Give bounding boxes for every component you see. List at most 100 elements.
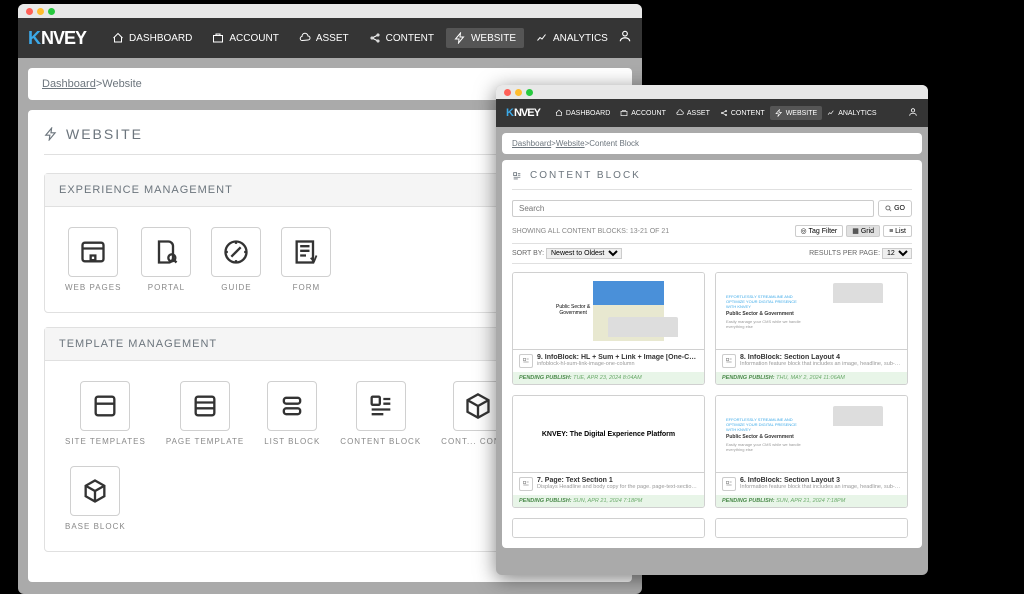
block-type-icon: [722, 354, 736, 368]
breadcrumb-root[interactable]: Dashboard: [42, 78, 96, 90]
user-menu[interactable]: [908, 104, 918, 122]
content-block-icon: [367, 392, 395, 420]
close-icon[interactable]: [504, 89, 511, 96]
breadcrumb: Dashboard > Website > Content Block: [502, 133, 922, 154]
tile-page-template[interactable]: PAGE TEMPLATE: [166, 381, 244, 446]
block-title: 9. InfoBlock: HL + Sum + Link + Image [O…: [537, 354, 698, 361]
navbar: KNVEY DASHBOARD ACCOUNT ASSET CONTENT WE…: [496, 99, 928, 127]
breadcrumb-current: Website: [102, 78, 142, 90]
user-icon: [908, 107, 918, 117]
nav-website[interactable]: WEBSITE: [770, 106, 823, 120]
nav-account[interactable]: ACCOUNT: [615, 106, 671, 120]
nav-content[interactable]: CONTENT: [715, 106, 770, 120]
search-input[interactable]: [512, 200, 874, 217]
block-type-icon: [722, 477, 736, 491]
tile-guide[interactable]: GUIDE: [211, 227, 261, 292]
block-desc: Information feature block that includes …: [740, 361, 901, 367]
block-title: 8. InfoBlock: Section Layout 4: [740, 354, 901, 361]
cloud-icon: [299, 32, 311, 44]
per-page-select[interactable]: 12: [882, 248, 912, 259]
nav-account[interactable]: ACCOUNT: [204, 28, 286, 48]
compass-icon: [222, 238, 250, 266]
content-block-card[interactable]: KNVEY: The Digital Experience Platform 7…: [512, 395, 705, 508]
form-icon: [292, 238, 320, 266]
content-block-icon: [512, 171, 522, 181]
grid-view-button[interactable]: ▦ Grid: [846, 225, 880, 237]
nav-content[interactable]: CONTENT: [361, 28, 442, 48]
page-title: CONTENT BLOCK: [512, 170, 912, 190]
webpage-icon: [79, 238, 107, 266]
minimize-icon[interactable]: [515, 89, 522, 96]
tile-form[interactable]: FORM: [281, 227, 331, 292]
breadcrumb-root[interactable]: Dashboard: [512, 139, 551, 148]
tile-base-block[interactable]: BASE BLOCK: [65, 466, 126, 531]
sort-select[interactable]: Newest to Oldest: [546, 248, 622, 259]
content-block-card[interactable]: EFFORTLESSLY STREAMLINE AND OPTIMIZE YOU…: [715, 272, 908, 385]
search-go-button[interactable]: GO: [878, 200, 912, 217]
titlebar: [18, 4, 642, 18]
tile-site-templates[interactable]: SITE TEMPLATES: [65, 381, 146, 446]
tile-list-block[interactable]: LIST BLOCK: [264, 381, 320, 446]
chart-icon: [827, 109, 835, 117]
share-icon: [720, 109, 728, 117]
brand-logo[interactable]: KNVEY: [506, 107, 540, 119]
tile-content-block[interactable]: CONTENT BLOCK: [340, 381, 421, 446]
block-preview: [716, 519, 907, 538]
briefcase-icon: [620, 109, 628, 117]
nav-dashboard[interactable]: DASHBOARD: [550, 106, 615, 120]
close-icon[interactable]: [26, 8, 33, 15]
breadcrumb-mid[interactable]: Website: [556, 139, 585, 148]
block-desc: infoblock-hl-sum-link-image-one-column: [537, 361, 698, 367]
nav-analytics[interactable]: ANALYTICS: [822, 106, 881, 120]
content-block-card[interactable]: [715, 518, 908, 538]
block-title: 7. Page: Text Section 1: [537, 477, 698, 484]
user-icon: [618, 29, 632, 43]
block-preview: Public Sector & Government: [513, 273, 704, 349]
nav-dashboard[interactable]: DASHBOARD: [104, 28, 200, 48]
breadcrumb-current: Content Block: [589, 139, 639, 148]
navbar: KNVEY DASHBOARD ACCOUNT ASSET CONTENT WE…: [18, 18, 642, 58]
cloud-icon: [676, 109, 684, 117]
content-block-card[interactable]: EFFORTLESSLY STREAMLINE AND OPTIMIZE YOU…: [715, 395, 908, 508]
per-page-label: RESULTS PER PAGE:: [809, 250, 880, 257]
secondary-window: KNVEY DASHBOARD ACCOUNT ASSET CONTENT WE…: [496, 85, 928, 575]
block-status: PENDING PUBLISH: TUE, APR 23, 2024 8:04A…: [513, 372, 704, 384]
user-menu[interactable]: [618, 29, 632, 48]
template-icon: [91, 392, 119, 420]
list-view-button[interactable]: ≡ List: [883, 225, 912, 237]
box-icon: [81, 477, 109, 505]
block-info: 7. Page: Text Section 1 Displays Headlin…: [513, 472, 704, 495]
maximize-icon[interactable]: [526, 89, 533, 96]
content-block-card[interactable]: Public Sector & Government 9. InfoBlock:…: [512, 272, 705, 385]
tag-filter-button[interactable]: ◎ Tag Filter: [795, 225, 844, 237]
page-template-icon: [191, 392, 219, 420]
bolt-icon: [775, 109, 783, 117]
tile-web-pages[interactable]: WEB PAGES: [65, 227, 121, 292]
block-status: PENDING PUBLISH: SUN, APR 21, 2024 7:18P…: [513, 495, 704, 507]
share-icon: [369, 32, 381, 44]
block-info: 8. InfoBlock: Section Layout 4 Informati…: [716, 349, 907, 372]
maximize-icon[interactable]: [48, 8, 55, 15]
brand-logo[interactable]: KNVEY: [28, 28, 86, 49]
sort-label: SORT BY:: [512, 250, 544, 257]
home-icon: [555, 109, 563, 117]
block-title: 6. InfoBlock: Section Layout 3: [740, 477, 901, 484]
secondary-content: CONTENT BLOCK GO SHOWING ALL CONTENT BLO…: [502, 160, 922, 548]
nav-analytics[interactable]: ANALYTICS: [528, 28, 616, 48]
home-icon: [112, 32, 124, 44]
nav-website[interactable]: WEBSITE: [446, 28, 524, 48]
block-status: PENDING PUBLISH: SUN, APR 21, 2024 7:18P…: [716, 495, 907, 507]
block-status: PENDING PUBLISH: THU, MAY 2, 2024 11:06A…: [716, 372, 907, 384]
content-block-card[interactable]: [512, 518, 705, 538]
nav-asset[interactable]: ASSET: [671, 106, 715, 120]
minimize-icon[interactable]: [37, 8, 44, 15]
nav-asset[interactable]: ASSET: [291, 28, 357, 48]
block-info: 6. InfoBlock: Section Layout 3 Informati…: [716, 472, 907, 495]
bolt-icon: [454, 32, 466, 44]
briefcase-icon: [212, 32, 224, 44]
block-preview: EFFORTLESSLY STREAMLINE AND OPTIMIZE YOU…: [716, 273, 907, 349]
block-type-icon: [519, 354, 533, 368]
bolt-icon: [44, 127, 58, 141]
tile-portal[interactable]: PORTAL: [141, 227, 191, 292]
block-preview: [513, 519, 704, 538]
